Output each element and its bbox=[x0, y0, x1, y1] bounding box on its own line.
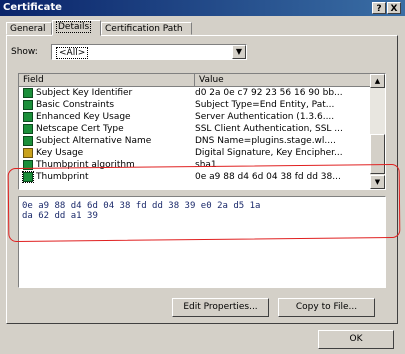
list-rows: Subject Key Identifier d0 2a 0e c7 92 23 … bbox=[19, 87, 371, 183]
certificate-field-icon bbox=[23, 124, 33, 134]
close-button[interactable]: X bbox=[387, 2, 401, 14]
list-scrollbar[interactable]: ▲ ▼ bbox=[370, 74, 385, 189]
edit-properties-button[interactable]: Edit Properties... bbox=[172, 298, 269, 317]
copy-to-file-button[interactable]: Copy to File... bbox=[278, 298, 375, 317]
list-header: Field Value bbox=[19, 74, 371, 87]
certificate-field-icon bbox=[23, 136, 33, 146]
tab-general[interactable]: General bbox=[6, 22, 52, 35]
certificate-field-icon bbox=[23, 100, 33, 110]
column-value[interactable]: Value bbox=[195, 74, 371, 86]
list-item[interactable]: Thumbprint algorithm sha1 bbox=[19, 159, 371, 171]
help-button[interactable]: ? bbox=[372, 2, 386, 14]
show-value: <All> bbox=[56, 47, 89, 59]
scroll-down-icon[interactable]: ▼ bbox=[370, 175, 385, 189]
list-item[interactable]: Subject Alternative Name DNS Name=plugins… bbox=[19, 135, 371, 147]
certificate-field-icon bbox=[22, 171, 34, 183]
title-bar: Certificate ? X bbox=[0, 0, 405, 16]
window-title: Certificate bbox=[3, 2, 62, 13]
tab-certification-path[interactable]: Certification Path bbox=[101, 22, 192, 35]
column-field[interactable]: Field bbox=[19, 74, 195, 86]
list-item[interactable]: Enhanced Key Usage Server Authentication … bbox=[19, 111, 371, 123]
ok-button[interactable]: OK bbox=[318, 330, 394, 349]
show-dropdown[interactable]: <All> ▼ bbox=[51, 44, 247, 60]
certificate-field-icon bbox=[23, 160, 33, 170]
fields-list[interactable]: Field Value Subject Key Identifier d0 2a … bbox=[18, 73, 386, 190]
field-value-detail[interactable]: 0e a9 88 d4 6d 04 38 fd dd 38 39 e0 2a d… bbox=[18, 196, 386, 288]
list-item[interactable]: Basic Constraints Subject Type=End Entity… bbox=[19, 99, 371, 111]
scroll-up-icon[interactable]: ▲ bbox=[370, 74, 385, 88]
list-item-selected[interactable]: Thumbprint 0e a9 88 d4 6d 04 38 fd dd 38.… bbox=[19, 171, 371, 183]
certificate-field-icon bbox=[23, 112, 33, 122]
key-usage-icon bbox=[23, 148, 33, 158]
list-item[interactable]: Subject Key Identifier d0 2a 0e c7 92 23 … bbox=[19, 87, 371, 99]
list-item[interactable]: Netscape Cert Type SSL Client Authenticat… bbox=[19, 123, 371, 135]
scroll-thumb[interactable] bbox=[370, 134, 385, 174]
list-item[interactable]: Key Usage Digital Signature, Key Encipher… bbox=[19, 147, 371, 159]
show-label: Show: bbox=[11, 47, 38, 57]
chevron-down-icon[interactable]: ▼ bbox=[232, 45, 246, 59]
certificate-field-icon bbox=[23, 88, 33, 98]
tab-details[interactable]: Details bbox=[52, 20, 101, 36]
